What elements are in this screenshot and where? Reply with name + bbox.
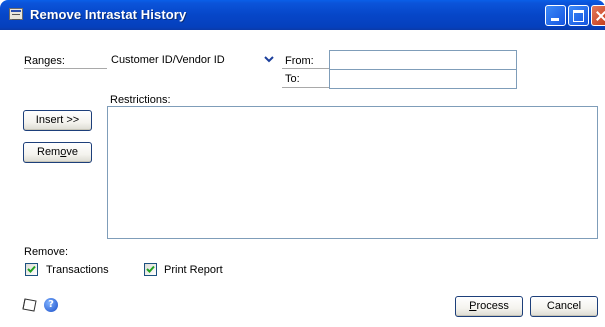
transactions-label[interactable]: Transactions [46,264,109,276]
remove-button-label-start: Rem [37,146,61,158]
ranges-dropdown[interactable]: Customer ID/Vendor ID [107,51,278,69]
help-icon[interactable]: ? [44,298,58,312]
note-icon[interactable] [22,297,40,313]
process-button-label: rocess [476,300,509,312]
insert-button[interactable]: Insert >> [23,110,92,131]
from-label: From: [285,55,314,67]
to-label-underline [282,87,329,88]
close-button[interactable] [591,5,605,26]
cancel-button[interactable]: Cancel [530,296,598,317]
to-input[interactable] [329,69,517,89]
title-bar[interactable]: Remove Intrastat History [0,0,605,30]
transactions-checkbox[interactable] [25,263,38,276]
remove-section-label: Remove: [24,246,69,258]
from-label-underline [282,68,329,69]
ranges-dropdown-value: Customer ID/Vendor ID [111,54,225,66]
checkmark-icon [146,265,155,273]
print-report-checkbox[interactable] [144,263,157,276]
minimize-button[interactable] [545,5,566,26]
restrictions-label: Restrictions: [110,94,171,106]
print-report-label[interactable]: Print Report [164,264,223,276]
ranges-label: Ranges: [24,55,65,67]
restrictions-list[interactable] [107,106,598,239]
window-title: Remove Intrastat History [30,7,187,22]
maximize-button[interactable] [568,5,589,26]
to-label: To: [285,73,300,85]
process-button[interactable]: Process [455,296,523,317]
remove-button-label-end: ve [66,146,78,158]
ranges-label-underline [24,68,107,69]
remove-button[interactable]: Remove [23,142,92,163]
window-app-icon [9,8,23,20]
chevron-down-icon[interactable] [263,54,275,66]
remove-intrastat-history-window: Remove Intrastat History Ranges: Custome… [0,0,605,327]
checkmark-icon [27,265,36,273]
from-input[interactable] [329,50,517,70]
